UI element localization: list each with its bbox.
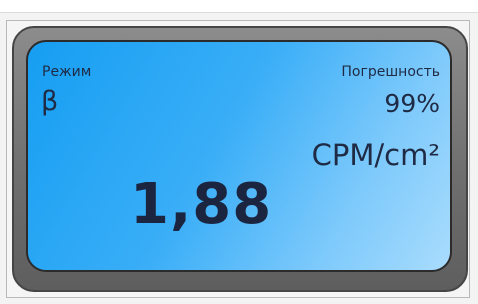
unit-label: CPM/cm² bbox=[311, 138, 440, 172]
top-strip bbox=[0, 0, 478, 13]
dosimeter-window: Режим Погрешность β 99% CPM/cm² 1,88 bbox=[0, 0, 478, 304]
main-reading: 1,88 bbox=[130, 172, 273, 237]
error-label: Погрешность bbox=[341, 64, 440, 80]
lcd-screen: Режим Погрешность β 99% CPM/cm² 1,88 bbox=[26, 40, 452, 272]
error-value: 99% bbox=[384, 89, 440, 118]
mode-label: Режим bbox=[42, 64, 92, 80]
mode-value: β bbox=[41, 86, 59, 117]
